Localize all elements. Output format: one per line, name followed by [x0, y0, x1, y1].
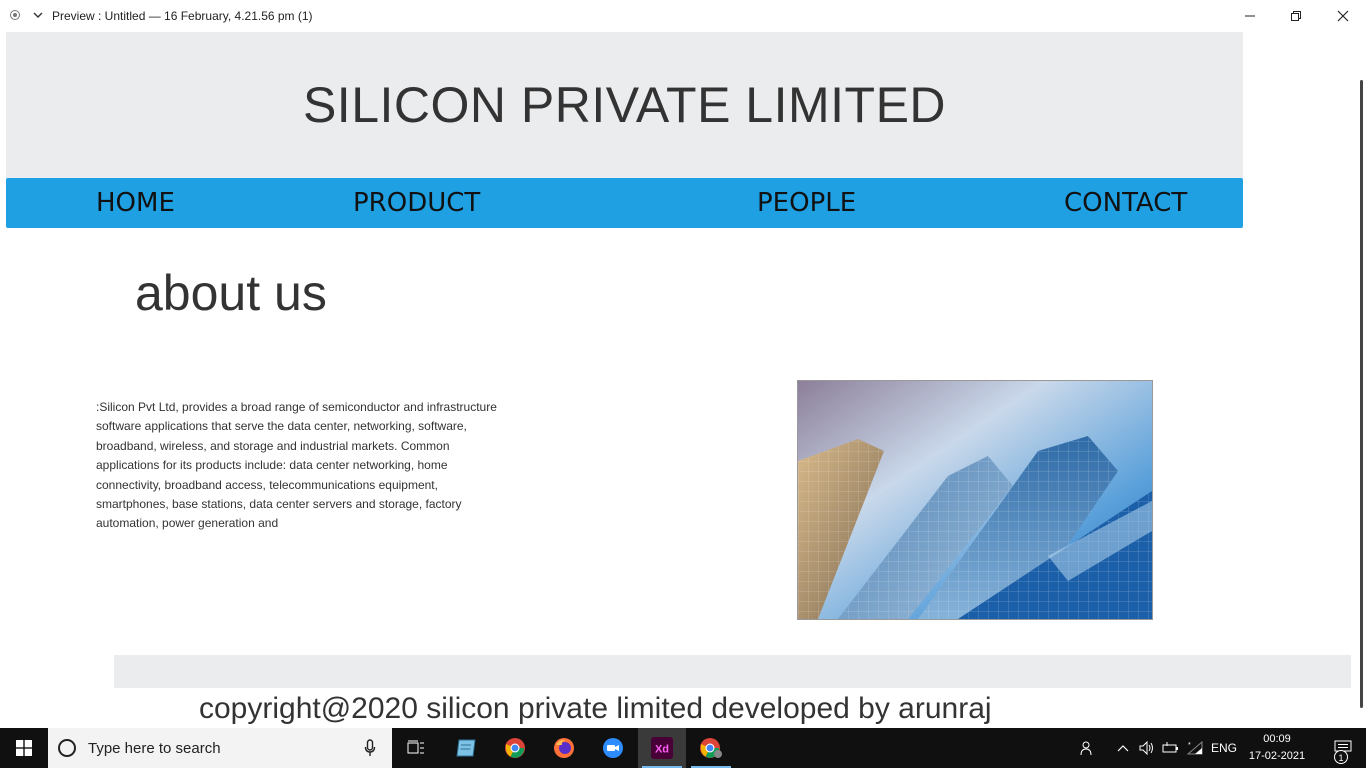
- adobe-xd-icon: Xd: [651, 737, 673, 759]
- clock-time: 00:09: [1263, 733, 1291, 745]
- zoom-icon: [603, 738, 623, 758]
- page-viewport: SILICON PRIVATE LIMITED HOME PRODUCT PEO…: [6, 32, 1366, 728]
- app-icon[interactable]: [10, 10, 20, 20]
- volume-button[interactable]: [1136, 728, 1158, 768]
- minimize-button[interactable]: [1227, 0, 1273, 32]
- windows-start-icon: [16, 740, 32, 756]
- show-hidden-icons-button[interactable]: [1112, 728, 1134, 768]
- firefox-icon: [554, 738, 574, 758]
- notepad-icon: [456, 739, 476, 757]
- chevron-up-icon: [1117, 745, 1129, 752]
- close-button[interactable]: [1320, 0, 1366, 32]
- about-heading: about us: [135, 265, 327, 321]
- nav-people[interactable]: PEOPLE: [757, 188, 856, 218]
- minimize-icon: [1245, 15, 1255, 17]
- taskbar: Type here to search Xd * ENG 00:09 17-02…: [0, 728, 1366, 768]
- wifi-button[interactable]: *: [1184, 728, 1206, 768]
- search-placeholder: Type here to search: [88, 740, 221, 757]
- chevron-down-icon[interactable]: [32, 9, 44, 21]
- people-icon: [1080, 741, 1094, 756]
- window-title-bar: Preview : Untitled — 16 February, 4.21.5…: [0, 0, 1366, 32]
- input-language[interactable]: ENG: [1206, 728, 1242, 768]
- site-header: SILICON PRIVATE LIMITED: [6, 32, 1243, 178]
- nav-contact[interactable]: CONTACT: [1064, 188, 1187, 218]
- close-icon: [1337, 10, 1349, 22]
- search-icon: [58, 739, 76, 757]
- taskbar-app-zoom[interactable]: [589, 728, 637, 768]
- taskbar-app-chrome[interactable]: [491, 728, 539, 768]
- vertical-scrollbar[interactable]: [1360, 80, 1363, 708]
- wifi-icon: *: [1186, 741, 1203, 755]
- taskbar-app-firefox[interactable]: [540, 728, 588, 768]
- speaker-icon: [1139, 741, 1153, 755]
- microphone-icon[interactable]: [364, 739, 376, 757]
- svg-text:*: *: [1188, 742, 1191, 749]
- maximize-button[interactable]: [1273, 0, 1319, 32]
- people-button[interactable]: [1076, 728, 1100, 768]
- copyright-text: copyright@2020 silicon private limited d…: [199, 692, 992, 725]
- start-button[interactable]: [0, 728, 48, 768]
- svg-text:Xd: Xd: [655, 744, 669, 756]
- taskbar-clock[interactable]: 00:09 17-02-2021: [1244, 731, 1310, 765]
- task-view-button[interactable]: [392, 728, 440, 768]
- nav-product[interactable]: PRODUCT: [353, 188, 480, 218]
- nav-home[interactable]: HOME: [96, 188, 175, 218]
- nav-bar: HOME PRODUCT PEOPLE CONTACT: [6, 178, 1243, 228]
- site-title: SILICON PRIVATE LIMITED: [302, 77, 947, 133]
- battery-button[interactable]: [1160, 728, 1182, 768]
- footer-bar: [114, 655, 1351, 688]
- skyscraper-image: [797, 380, 1153, 620]
- taskbar-app-notepad[interactable]: [442, 728, 490, 768]
- about-text: :Silicon Pvt Ltd, provides a broad range…: [96, 400, 497, 531]
- taskbar-app-chrome-profile[interactable]: [687, 728, 735, 768]
- skyscraper-illustration: [798, 381, 1152, 619]
- taskbar-search[interactable]: Type here to search: [48, 728, 392, 768]
- taskbar-app-adobe-xd[interactable]: Xd: [638, 728, 686, 768]
- clock-date: 17-02-2021: [1248, 750, 1306, 762]
- task-view-icon: [407, 740, 424, 754]
- notification-count-badge: 1: [1334, 750, 1348, 764]
- maximize-icon: [1291, 11, 1301, 21]
- chrome-profile-icon: [700, 738, 722, 758]
- window-title: Preview : Untitled — 16 February, 4.21.5…: [52, 9, 313, 23]
- chrome-icon: [505, 738, 525, 758]
- battery-icon: [1162, 742, 1178, 753]
